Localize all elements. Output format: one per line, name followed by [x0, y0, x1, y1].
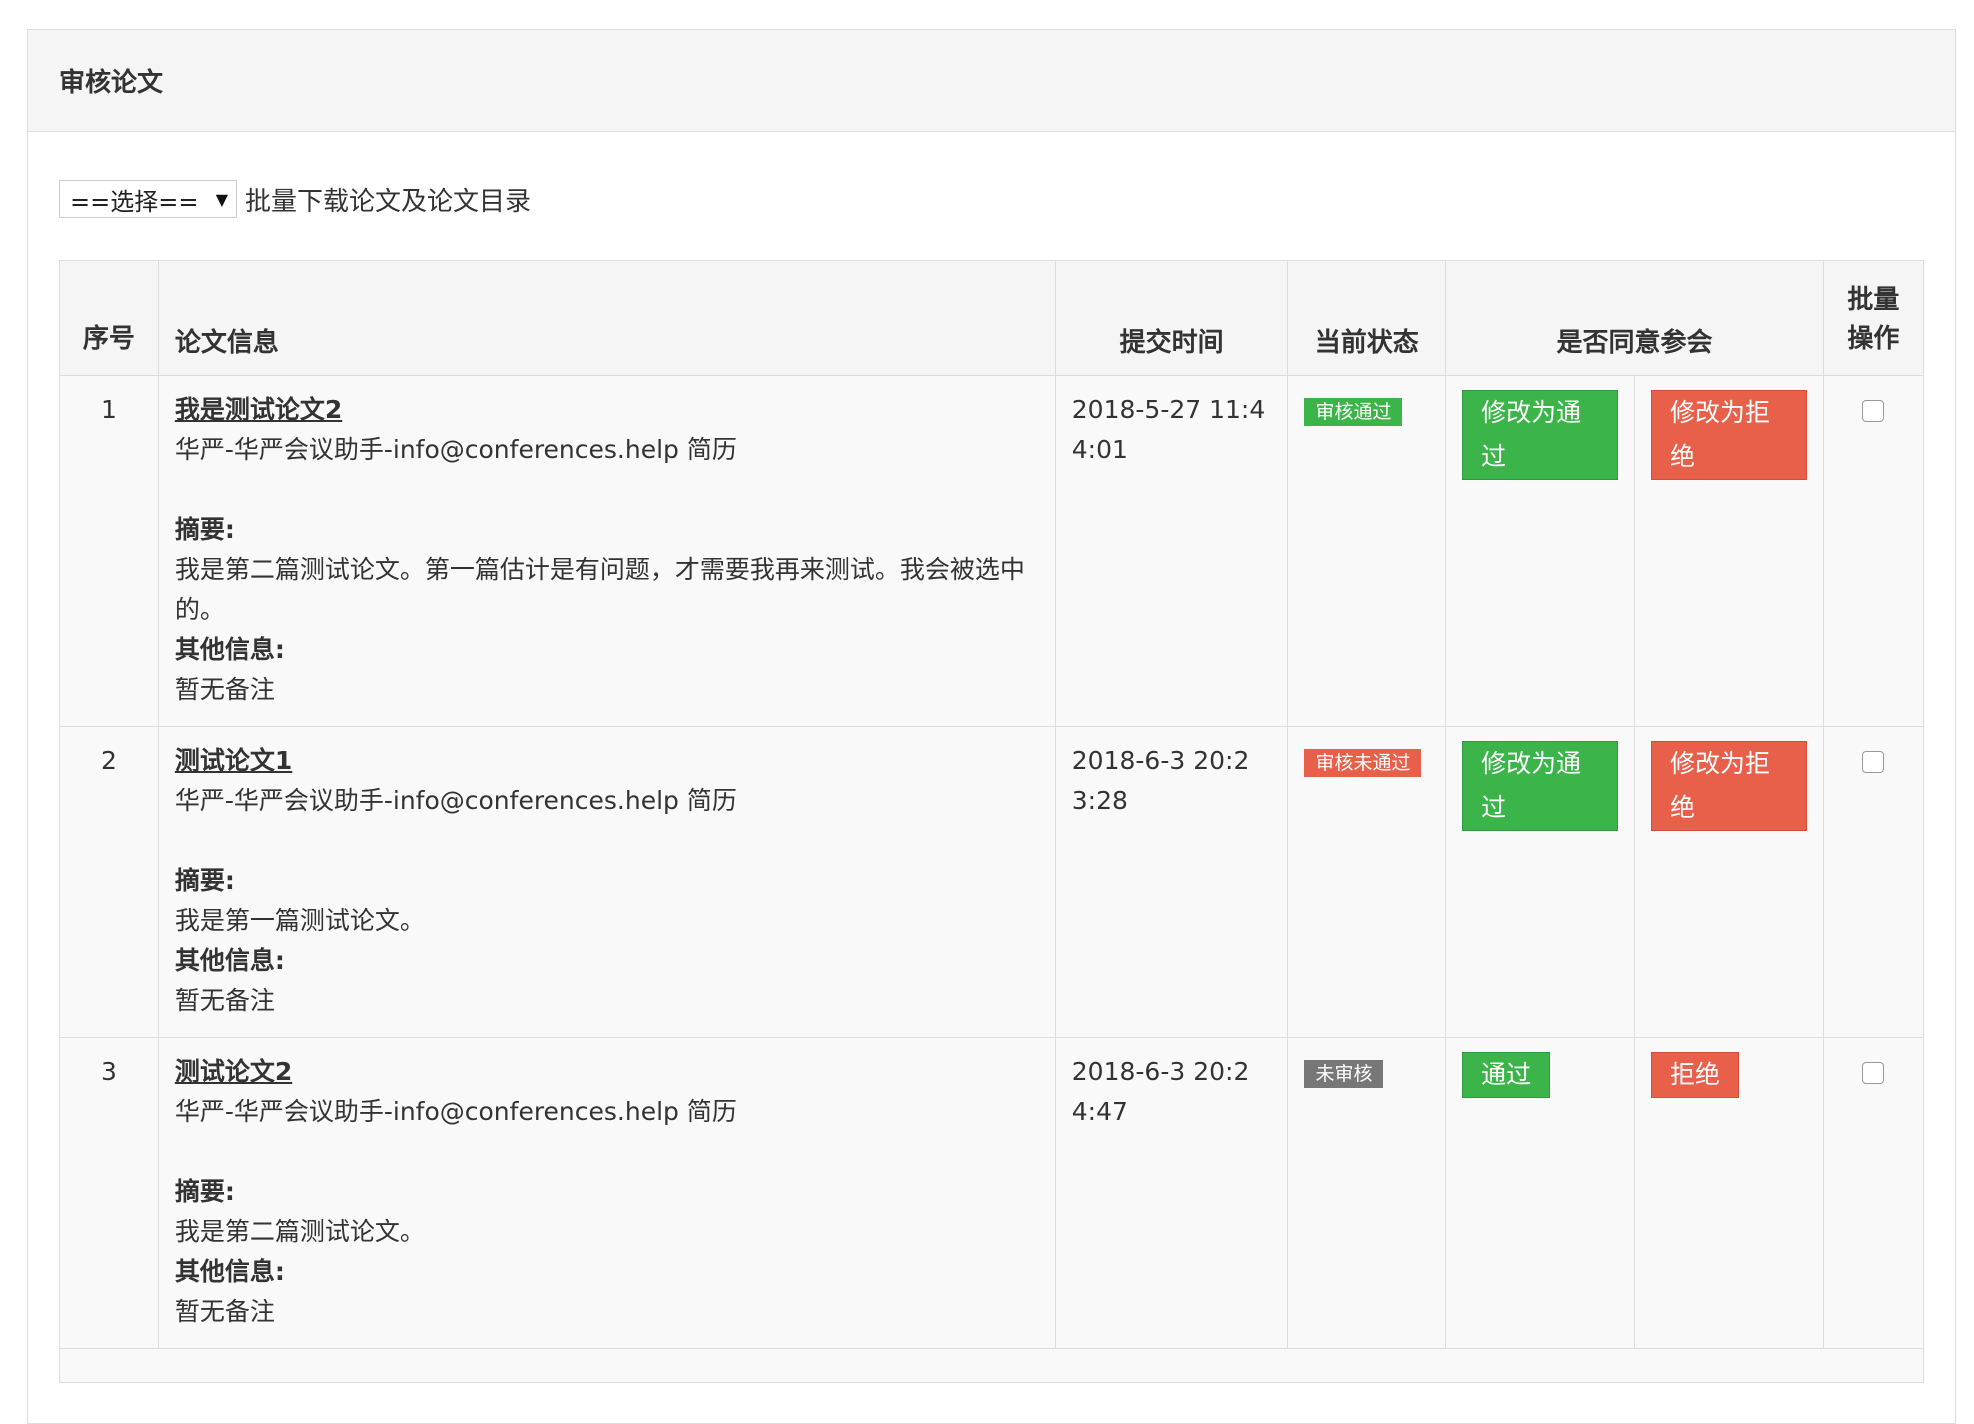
table-footer-row	[59, 1348, 1924, 1383]
abstract-text: 我是第二篇测试论文。	[174, 1217, 425, 1246]
papers-table: 序号 论文信息 提交时间 当前状态 是否同意参会 批量操作 1 我是测试论文2 …	[59, 260, 1925, 1383]
table-row: 1 我是测试论文2 华严-华严会议助手-info@conferences.hel…	[59, 375, 1925, 727]
select-value: ==选择==	[70, 187, 199, 216]
submit-time: 2018-5-27 11:44:01	[1054, 375, 1289, 727]
page-title: 审核论文	[59, 68, 164, 98]
header-agree: 是否同意参会	[1445, 260, 1824, 376]
status-cell: 审核通过	[1287, 375, 1447, 727]
paper-author: 华严-华严会议助手-info@conferences.help 简历	[174, 435, 737, 464]
paper-title-link[interactable]: 我是测试论文2	[175, 395, 342, 424]
review-papers-panel: 审核论文 ==选择== ▼ 批量下载论文及论文目录 序号 论文信息 提交时间 当…	[27, 29, 1956, 1424]
batch-download-label: 批量下载论文及论文目录	[245, 186, 532, 217]
table-row: 3 测试论文2 华严-华严会议助手-info@conferences.help …	[59, 1037, 1925, 1349]
paper-info-cell: 测试论文1 华严-华严会议助手-info@conferences.help 简历…	[157, 726, 1056, 1038]
header-time: 提交时间	[1054, 260, 1289, 376]
batch-checkbox[interactable]	[1862, 1062, 1885, 1084]
reject-cell: 拒绝	[1633, 1037, 1824, 1349]
status-badge: 未审核	[1304, 1060, 1384, 1088]
panel-heading: 审核论文	[28, 30, 1955, 132]
table-footer	[59, 1348, 1924, 1383]
header-state: 当前状态	[1287, 260, 1447, 376]
reject-button[interactable]: 修改为拒绝	[1650, 390, 1807, 480]
paper-author: 华严-华严会议助手-info@conferences.help 简历	[174, 1097, 737, 1126]
header-batch: 批量操作	[1822, 260, 1925, 376]
other-info-label: 其他信息:	[174, 1257, 285, 1286]
header-info: 论文信息	[157, 260, 1056, 376]
paper-title-link[interactable]: 测试论文2	[175, 1057, 292, 1086]
row-seq: 3	[59, 1037, 159, 1349]
approve-cell: 修改为通过	[1445, 375, 1635, 727]
row-seq: 2	[59, 726, 159, 1038]
other-info-label: 其他信息:	[174, 635, 285, 664]
batch-action-select[interactable]: ==选择== ▼	[59, 180, 237, 218]
status-badge: 审核通过	[1304, 398, 1403, 426]
row-seq: 1	[59, 375, 159, 727]
abstract-label: 摘要:	[174, 515, 235, 544]
batch-cell	[1822, 1037, 1925, 1349]
approve-cell: 通过	[1445, 1037, 1635, 1349]
approve-button[interactable]: 修改为通过	[1462, 390, 1618, 480]
batch-checkbox[interactable]	[1862, 400, 1885, 422]
submit-time: 2018-6-3 20:23:28	[1054, 726, 1289, 1038]
abstract-label: 摘要:	[174, 1177, 235, 1206]
status-badge: 审核未通过	[1304, 749, 1422, 777]
toolbar: ==选择== ▼ 批量下载论文及论文目录	[28, 132, 1955, 260]
other-info-label: 其他信息:	[174, 946, 285, 975]
batch-cell	[1822, 375, 1925, 727]
abstract-text: 我是第一篇测试论文。	[174, 906, 425, 935]
paper-author: 华严-华严会议助手-info@conferences.help 简历	[174, 786, 737, 815]
batch-cell	[1822, 726, 1925, 1038]
batch-checkbox[interactable]	[1862, 751, 1885, 773]
reject-button[interactable]: 拒绝	[1650, 1052, 1739, 1098]
table-header-row: 序号 论文信息 提交时间 当前状态 是否同意参会 批量操作	[59, 260, 1925, 376]
abstract-label: 摘要:	[174, 866, 235, 895]
paper-title-link[interactable]: 测试论文1	[175, 746, 292, 775]
reject-cell: 修改为拒绝	[1633, 375, 1824, 727]
caret-down-icon: ▼	[215, 189, 228, 209]
panel-body: 序号 论文信息 提交时间 当前状态 是否同意参会 批量操作 1 我是测试论文2 …	[28, 260, 1955, 1383]
paper-info-cell: 我是测试论文2 华严-华严会议助手-info@conferences.help …	[157, 375, 1056, 727]
abstract-text: 我是第二篇测试论文。第一篇估计是有问题，才需要我再来测试。我会被选中的。	[174, 555, 1025, 624]
status-cell: 审核未通过	[1287, 726, 1447, 1038]
other-info-text: 暂无备注	[174, 675, 275, 704]
paper-info-cell: 测试论文2 华严-华严会议助手-info@conferences.help 简历…	[157, 1037, 1056, 1349]
submit-time: 2018-6-3 20:24:47	[1054, 1037, 1289, 1349]
reject-cell: 修改为拒绝	[1633, 726, 1824, 1038]
table-row: 2 测试论文1 华严-华严会议助手-info@conferences.help …	[59, 726, 1925, 1038]
header-seq: 序号	[59, 260, 159, 376]
approve-button[interactable]: 通过	[1462, 1052, 1551, 1098]
status-cell: 未审核	[1287, 1037, 1447, 1349]
other-info-text: 暂无备注	[174, 1297, 275, 1326]
reject-button[interactable]: 修改为拒绝	[1650, 741, 1807, 831]
other-info-text: 暂无备注	[174, 986, 275, 1015]
approve-cell: 修改为通过	[1445, 726, 1635, 1038]
approve-button[interactable]: 修改为通过	[1462, 741, 1618, 831]
